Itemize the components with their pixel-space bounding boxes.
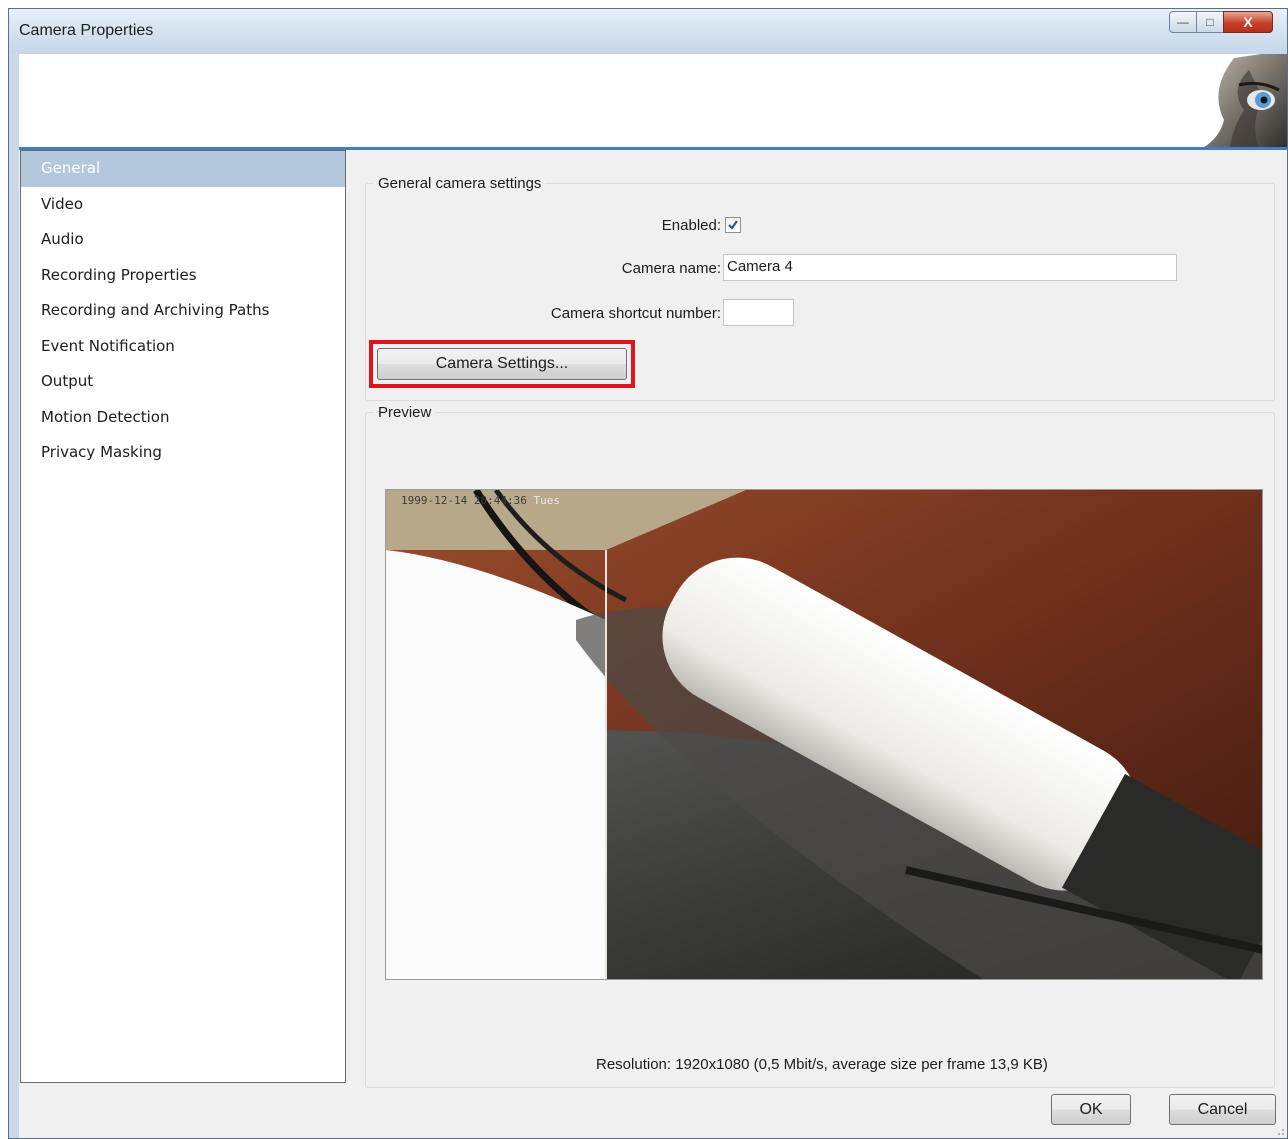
resolution-info: Resolution: 1920x1080 (0,5 Mbit/s, avera…: [596, 1056, 1048, 1073]
preview-group-label: Preview: [374, 404, 436, 421]
dialog-client-area: General Video Audio Recording Properties…: [19, 150, 1287, 1138]
camera-shortcut-field[interactable]: [723, 299, 794, 326]
camera-properties-window: Camera Properties — □ X General Video Au…: [8, 8, 1288, 1139]
camera-settings-button[interactable]: Camera Settings...: [377, 348, 627, 380]
nav-item-recording-properties[interactable]: Recording Properties: [21, 258, 345, 294]
close-button[interactable]: X: [1223, 11, 1273, 33]
enabled-checkbox[interactable]: [725, 217, 741, 233]
osd-timestamp: 1999-12-14 20:44:36: [401, 494, 527, 507]
camera-feed-frame: [386, 490, 1262, 979]
camera-preview-image: 1999-12-14 20:44:36 Tues: [385, 489, 1263, 980]
minimize-button[interactable]: —: [1169, 11, 1197, 33]
minimize-icon: —: [1177, 15, 1189, 29]
header-banner: [19, 54, 1287, 150]
general-settings-group-label: General camera settings: [374, 175, 546, 192]
window-title: Camera Properties: [19, 22, 154, 39]
enabled-label: Enabled:: [661, 217, 721, 234]
caption-buttons: — □ X: [1169, 11, 1273, 33]
resize-grip-icon[interactable]: [1275, 1126, 1285, 1136]
osd-day: Tues: [533, 494, 560, 507]
nav-item-video[interactable]: Video: [21, 187, 345, 223]
maximize-icon: □: [1206, 15, 1214, 29]
cancel-button[interactable]: Cancel: [1169, 1094, 1276, 1125]
title-bar[interactable]: Camera Properties — □ X: [9, 9, 1287, 54]
settings-navigation: General Video Audio Recording Properties…: [20, 150, 346, 1083]
nav-item-recording-archiving-paths[interactable]: Recording and Archiving Paths: [21, 293, 345, 329]
close-icon: X: [1243, 14, 1253, 30]
maximize-button[interactable]: □: [1196, 11, 1224, 33]
ok-button[interactable]: OK: [1051, 1094, 1131, 1125]
nav-item-motion-detection[interactable]: Motion Detection: [21, 400, 345, 436]
nav-item-audio[interactable]: Audio: [21, 222, 345, 258]
nav-item-general[interactable]: General: [21, 151, 345, 187]
preview-timestamp-overlay: 1999-12-14 20:44:36 Tues: [401, 494, 560, 507]
wolf-logo-icon: [1204, 54, 1287, 147]
camera-name-field[interactable]: Camera 4: [723, 254, 1177, 281]
checkmark-icon: [728, 220, 738, 230]
nav-item-privacy-masking[interactable]: Privacy Masking: [21, 435, 345, 471]
camera-shortcut-label: Camera shortcut number:: [550, 305, 721, 322]
nav-item-output[interactable]: Output: [21, 364, 345, 400]
camera-name-label: Camera name:: [621, 260, 721, 277]
nav-item-event-notification[interactable]: Event Notification: [21, 329, 345, 365]
